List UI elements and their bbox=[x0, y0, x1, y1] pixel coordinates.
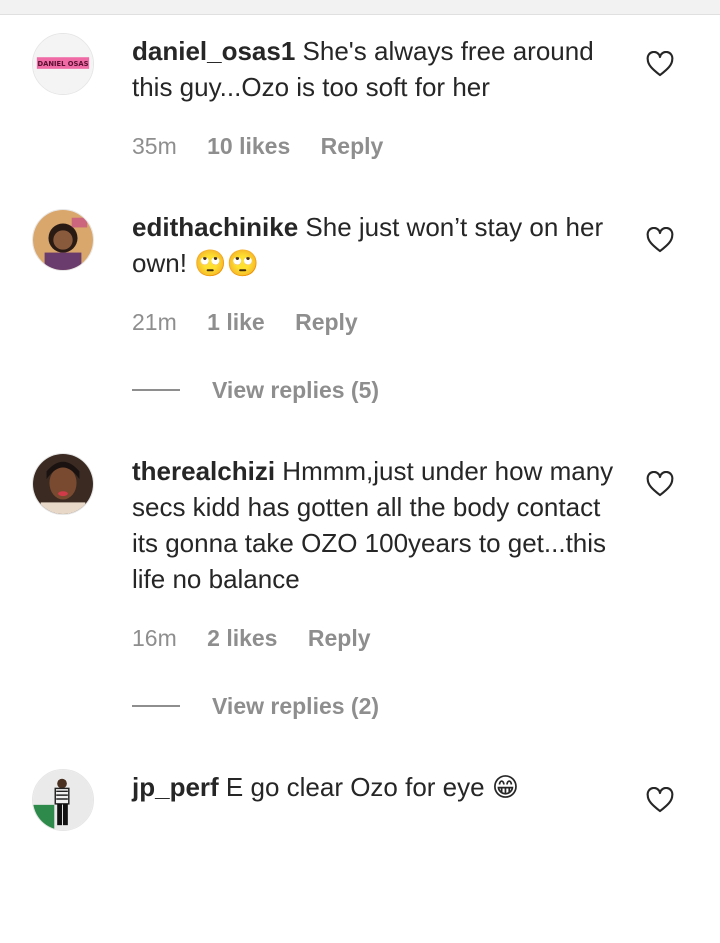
comment-time: 16m bbox=[132, 625, 177, 651]
view-replies-label: View replies (2) bbox=[212, 692, 380, 719]
reply-button[interactable]: Reply bbox=[321, 133, 384, 159]
view-replies-label: View replies (5) bbox=[212, 376, 380, 403]
comment-time: 35m bbox=[132, 133, 177, 159]
avatar[interactable]: DANIEL OSAS bbox=[32, 33, 94, 95]
comment-username[interactable]: edithachinike bbox=[132, 212, 298, 242]
top-divider-bar bbox=[0, 0, 720, 15]
avatar[interactable] bbox=[32, 209, 94, 271]
comment-body: edithachinike She just won’t stay on her… bbox=[132, 209, 622, 281]
reply-button[interactable]: Reply bbox=[308, 625, 371, 651]
like-heart-icon[interactable] bbox=[646, 787, 674, 813]
avatar[interactable] bbox=[32, 769, 94, 831]
avatar[interactable] bbox=[32, 453, 94, 515]
comment-username[interactable]: therealchizi bbox=[132, 456, 275, 486]
comment-username[interactable]: jp_perf bbox=[132, 772, 219, 802]
comment-body: jp_perf E go clear Ozo for eye 😁 bbox=[132, 769, 622, 805]
view-replies-button[interactable]: View replies (5) bbox=[132, 375, 379, 405]
avatar-logo-text: DANIEL OSAS bbox=[37, 60, 88, 68]
comment-likes[interactable]: 2 likes bbox=[207, 625, 277, 651]
comment-meta: 16m 2 likes Reply bbox=[132, 623, 395, 653]
comment-username[interactable]: daniel_osas1 bbox=[132, 36, 295, 66]
comment-meta: 35m 10 likes Reply bbox=[132, 131, 407, 161]
like-heart-icon[interactable] bbox=[646, 227, 674, 253]
comment-text: E go clear Ozo for eye 😁 bbox=[225, 772, 519, 802]
comment-meta: 21m 1 like Reply bbox=[132, 307, 382, 337]
view-replies-button[interactable]: View replies (2) bbox=[132, 691, 379, 721]
comment-body: daniel_osas1 She's always free around th… bbox=[132, 33, 622, 105]
comment-likes[interactable]: 10 likes bbox=[207, 133, 290, 159]
reply-button[interactable]: Reply bbox=[295, 309, 358, 335]
replies-divider-line bbox=[132, 705, 180, 707]
comment-likes[interactable]: 1 like bbox=[207, 309, 265, 335]
comment-time: 21m bbox=[132, 309, 177, 335]
replies-divider-line bbox=[132, 389, 180, 391]
comment-body: therealchizi Hmmm,just under how many se… bbox=[132, 453, 622, 597]
like-heart-icon[interactable] bbox=[646, 471, 674, 497]
like-heart-icon[interactable] bbox=[646, 51, 674, 77]
